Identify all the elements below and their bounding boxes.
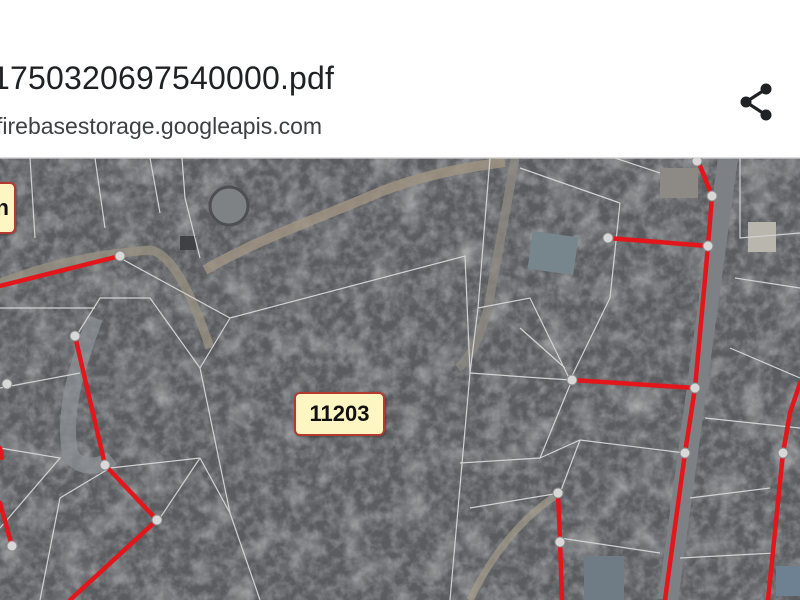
- building: [776, 566, 800, 596]
- share-icon: [740, 83, 772, 121]
- parcel-map: [0, 158, 800, 600]
- share-button[interactable]: [732, 78, 782, 128]
- building: [660, 168, 698, 198]
- viewer-header: 1750320697540000.pdf firebasestorage.goo…: [0, 0, 800, 158]
- building: [584, 556, 624, 600]
- parcel-label-partial[interactable]: n: [0, 182, 16, 234]
- building: [527, 230, 579, 276]
- building: [180, 236, 196, 250]
- water-tank: [208, 185, 250, 227]
- map-view[interactable]: 11203 n: [0, 158, 800, 600]
- document-filename: 1750320697540000.pdf: [0, 60, 335, 96]
- document-source-domain: firebasestorage.googleapis.com: [0, 113, 323, 139]
- parcel-label-11203[interactable]: 11203: [294, 392, 385, 436]
